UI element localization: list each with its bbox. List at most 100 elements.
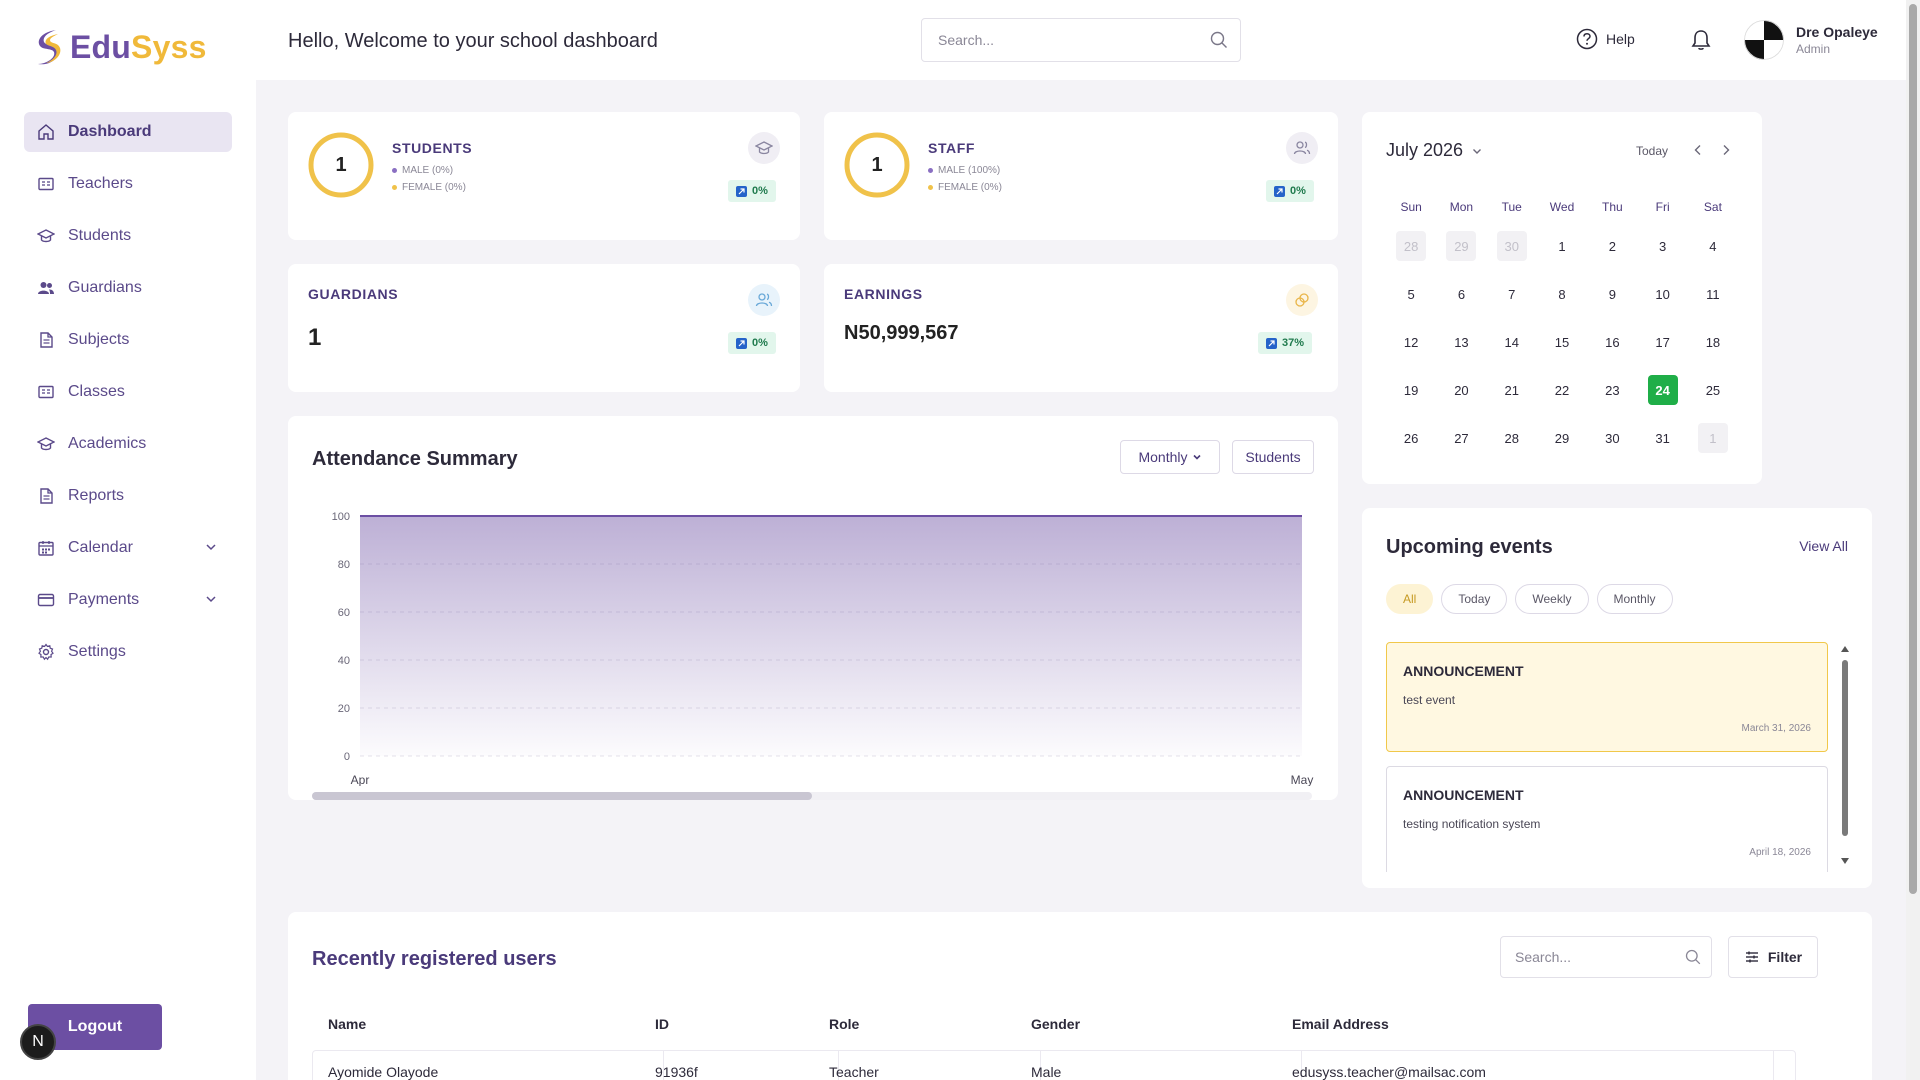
sidebar-item-academics[interactable]: Academics [24,424,232,464]
calendar-day-selected[interactable]: 24 [1647,375,1678,405]
calendar-day[interactable]: 21 [1497,375,1527,405]
calendar-day[interactable]: 9 [1597,279,1627,309]
earnings-change: 37% [1282,337,1305,349]
user-menu[interactable]: Dre Opaleye Admin [1744,20,1878,60]
help-button[interactable]: Help [1576,28,1635,50]
calendar-day[interactable]: 28 [1396,231,1427,261]
calendar-day[interactable]: 4 [1698,231,1728,261]
chevron-right-icon[interactable] [1718,142,1734,158]
calendar-day[interactable]: 11 [1698,279,1728,309]
calendar-day[interactable]: 22 [1547,375,1577,405]
calendar-week-row: 26 27 28 29 30 31 1 [1386,414,1738,462]
page-scrollbar[interactable] [1906,0,1920,1080]
calendar-day[interactable]: 28 [1497,423,1527,453]
y-tick-label: 20 [338,703,350,715]
sidebar-item-students[interactable]: Students [24,216,232,256]
calendar-day[interactable]: 29 [1547,423,1577,453]
calendar-day[interactable]: 1 [1697,423,1728,453]
logo[interactable]: EduSyss [34,28,207,66]
calendar-today-button[interactable]: Today [1636,144,1668,158]
event-text: testing notification system [1403,817,1541,831]
calendar-day[interactable]: 27 [1446,423,1476,453]
calendar-day[interactable]: 20 [1446,375,1476,405]
chart-horizontal-scrollbar[interactable] [312,792,1312,800]
sidebar-item-reports[interactable]: Reports [24,476,232,516]
gear-icon [36,642,56,662]
sidebar-item-settings[interactable]: Settings [24,632,232,672]
table-header-name[interactable]: Name [328,1016,366,1032]
attendance-audience-button[interactable]: Students [1232,440,1314,474]
bell-icon[interactable] [1690,28,1712,52]
staff-change-badge: 0% [1266,180,1314,202]
calendar-day[interactable]: 12 [1396,327,1426,357]
sidebar-item-dashboard[interactable]: Dashboard [24,112,232,152]
event-item[interactable]: ANNOUNCEMENT test event March 31, 2026 [1386,642,1828,752]
calendar-day[interactable]: 30 [1597,423,1627,453]
calendar-day[interactable]: 18 [1698,327,1728,357]
header-search-input[interactable] [922,19,1182,61]
calendar-day[interactable]: 29 [1446,231,1477,261]
y-tick-label: 60 [338,607,350,619]
calendar-day[interactable]: 7 [1497,279,1527,309]
calendar-day[interactable]: 3 [1648,231,1678,261]
calendar-day[interactable]: 25 [1698,375,1728,405]
recent-users-card: Recently registered users Filter Name ID R… [288,912,1872,1080]
staff-card[interactable]: 1 STAFF MALE (100%) FEMALE (0%) 0% [824,112,1338,240]
sidebar-item-classes[interactable]: Classes [24,372,232,412]
calendar-day[interactable]: 26 [1396,423,1426,453]
calendar-day[interactable]: 16 [1597,327,1627,357]
events-filter-monthly[interactable]: Monthly [1596,584,1673,614]
calendar-day[interactable]: 15 [1547,327,1577,357]
table-header-gender[interactable]: Gender [1031,1016,1080,1032]
calendar-day[interactable]: 31 [1648,423,1678,453]
calendar-day[interactable]: 23 [1597,375,1627,405]
sidebar-item-guardians[interactable]: Guardians [24,268,232,308]
users-search-input[interactable] [1501,937,1661,977]
calendar-day[interactable]: 13 [1446,327,1476,357]
chevron-down-icon[interactable] [204,592,218,606]
events-view-all-link[interactable]: View All [1799,538,1848,554]
calendar-day[interactable]: 5 [1396,279,1426,309]
app-avatar[interactable]: N [20,1024,56,1060]
sidebar-item-teachers[interactable]: Teachers [24,164,232,204]
users-filter-button[interactable]: Filter [1728,936,1818,978]
sidebar-item-payments[interactable]: Payments [24,580,232,620]
calendar-day[interactable]: 2 [1597,231,1627,261]
calendar-day[interactable]: 1 [1547,231,1577,261]
calendar-day[interactable]: 30 [1496,231,1527,261]
chevron-left-icon[interactable] [1690,142,1706,158]
page-scrollbar-thumb[interactable] [1909,4,1917,894]
search-icon[interactable] [1210,31,1228,49]
calendar-day[interactable]: 6 [1446,279,1476,309]
calendar-day[interactable]: 8 [1547,279,1577,309]
events-list[interactable]: ANNOUNCEMENT test event March 31, 2026 ANNO… [1386,642,1828,872]
events-filter-today[interactable]: Today [1441,584,1508,614]
sidebar-item-label: Guardians [68,279,142,296]
earnings-change-badge: 37% [1258,332,1313,354]
sidebar-item-label: Reports [68,487,125,504]
table-header-email-address[interactable]: Email Address [1292,1016,1389,1032]
calendar-day[interactable]: 14 [1497,327,1527,357]
table-header-id[interactable]: ID [655,1016,669,1032]
calendar-month-selector[interactable]: July 2026 [1386,140,1483,161]
events-scrollbar[interactable] [1840,646,1850,864]
calendar-day[interactable]: 10 [1648,279,1678,309]
calendar-day[interactable]: 19 [1396,375,1426,405]
events-filter-all[interactable]: All [1386,584,1434,614]
sidebar-item-calendar[interactable]: Calendar [24,528,232,568]
table-header-role[interactable]: Role [829,1016,859,1032]
chart-scrollbar-thumb[interactable] [312,792,812,800]
chevron-down-icon[interactable] [204,540,218,554]
students-female: FEMALE (0%) [402,182,466,193]
attendance-period-dropdown[interactable]: Monthly [1120,440,1220,474]
sidebar-item-subjects[interactable]: Subjects [24,320,232,360]
sidebar-nav: Dashboard Teachers Students Guardians Subjec… [24,112,232,684]
events-filter-weekly[interactable]: Weekly [1515,584,1589,614]
guardians-card[interactable]: GUARDIANS 1 0% [288,264,800,392]
search-icon[interactable] [1685,949,1701,965]
x-tick-label: Apr [351,773,370,786]
calendar-day[interactable]: 17 [1648,327,1678,357]
event-item[interactable]: ANNOUNCEMENT testing notification system A… [1386,766,1828,872]
earnings-card[interactable]: EARNINGS N50,999,567 37% [824,264,1338,392]
students-card[interactable]: 1 STUDENTS MALE (0%) FEMALE (0%) 0% [288,112,800,240]
